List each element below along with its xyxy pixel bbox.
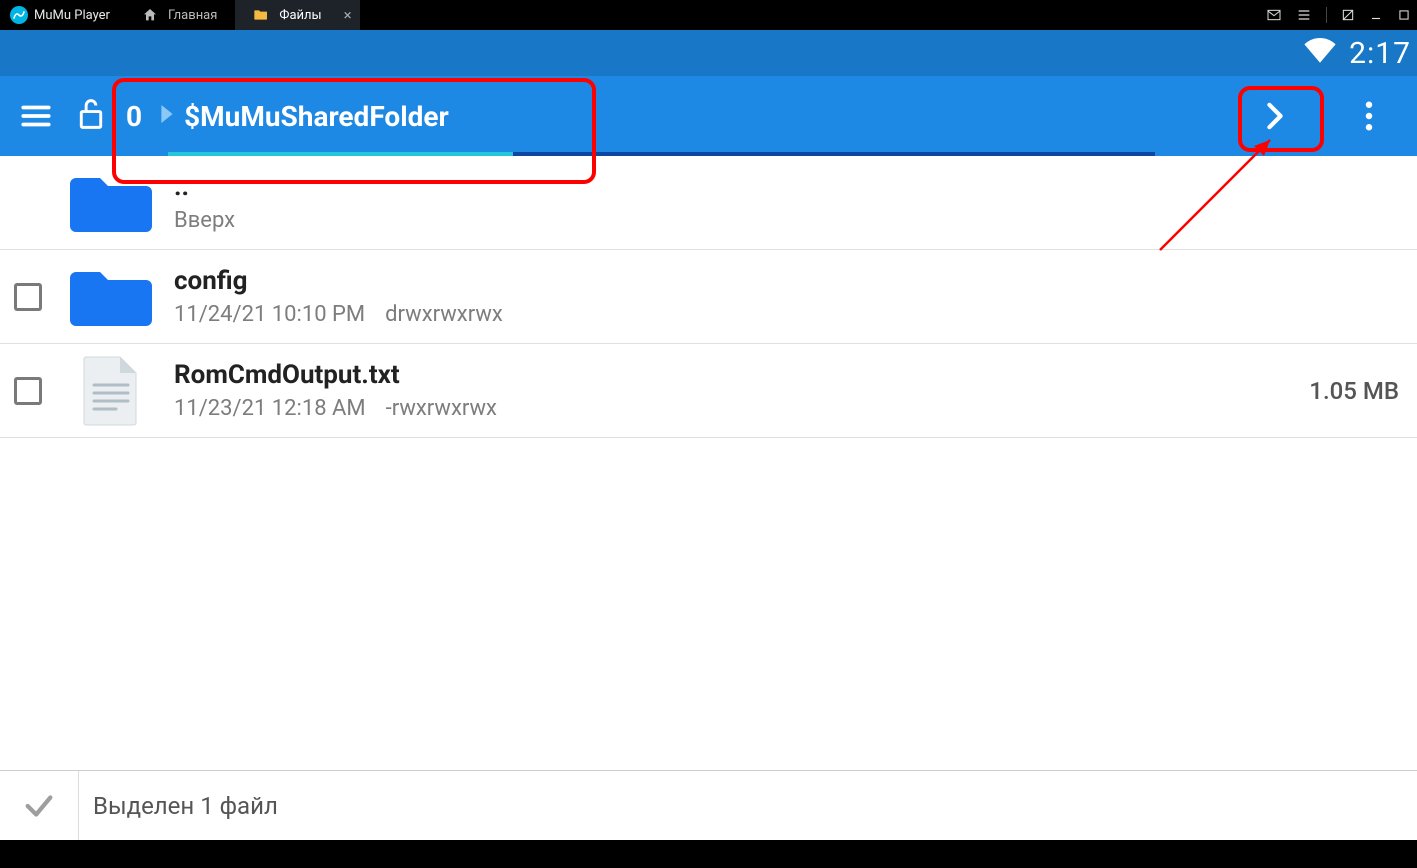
list-item-file[interactable]: RomCmdOutput.txt 11/23/21 12:18 AM -rwxr… bbox=[0, 344, 1417, 438]
breadcrumb-current[interactable]: $MuMuSharedFolder bbox=[184, 100, 449, 133]
folder-icon bbox=[70, 172, 152, 234]
divider bbox=[78, 771, 79, 840]
tab-files[interactable]: Файлы × bbox=[235, 0, 359, 30]
separator bbox=[1326, 7, 1327, 23]
list-item-folder[interactable]: config 11/24/21 10:10 PM drwxrwxrwx bbox=[0, 250, 1417, 344]
file-list: .. Вверх config 11/24/21 10:10 PM drwxrw… bbox=[0, 156, 1417, 438]
breadcrumb-root[interactable]: 0 bbox=[126, 100, 142, 133]
tab-home[interactable]: Главная bbox=[124, 0, 235, 30]
item-perms: -rwxrwxrwx bbox=[386, 396, 497, 421]
app-toolbar: 0 $MuMuSharedFolder bbox=[0, 76, 1417, 156]
breadcrumb[interactable]: 0 $MuMuSharedFolder bbox=[72, 76, 449, 156]
confirm-selection-button[interactable] bbox=[0, 789, 78, 823]
item-size: 1.05 MB bbox=[1309, 377, 1399, 405]
selection-bar: Выделен 1 файл bbox=[0, 770, 1417, 840]
home-icon bbox=[142, 7, 158, 23]
android-status-bar: 2:17 bbox=[0, 30, 1417, 76]
item-perms: drwxrwxrwx bbox=[385, 302, 503, 327]
selection-text: Выделен 1 файл bbox=[93, 792, 278, 820]
item-name: RomCmdOutput.txt bbox=[174, 360, 1309, 390]
item-date: 11/23/21 12:18 AM bbox=[174, 396, 366, 421]
item-name: .. bbox=[174, 172, 1399, 202]
android-nav-bar bbox=[0, 840, 1417, 868]
mail-icon[interactable] bbox=[1266, 7, 1282, 23]
tab-files-label: Файлы bbox=[279, 8, 321, 23]
text-file-icon bbox=[70, 360, 152, 422]
mumu-logo-icon bbox=[10, 6, 28, 24]
mumu-window-chrome: MuMu Player Главная Файлы × bbox=[0, 0, 1417, 30]
folder-icon bbox=[70, 266, 152, 328]
checkbox[interactable] bbox=[14, 283, 42, 311]
close-icon[interactable]: × bbox=[344, 6, 352, 24]
list-item-up[interactable]: .. Вверх bbox=[0, 156, 1417, 250]
window-controls bbox=[1266, 0, 1411, 30]
folder-icon bbox=[253, 7, 269, 23]
hamburger-button[interactable] bbox=[0, 99, 72, 133]
item-name: config bbox=[174, 266, 1399, 296]
more-button[interactable] bbox=[1345, 92, 1393, 140]
item-date: 11/24/21 10:10 PM bbox=[174, 302, 365, 327]
minimize-icon[interactable] bbox=[1369, 8, 1383, 22]
mumu-brand-text: MuMu Player bbox=[34, 8, 110, 23]
tab-home-label: Главная bbox=[168, 8, 217, 23]
mumu-logo: MuMu Player bbox=[0, 6, 124, 24]
maximize-icon[interactable] bbox=[1397, 8, 1411, 22]
checkbox[interactable] bbox=[14, 377, 42, 405]
storage-progress-fill bbox=[168, 152, 513, 156]
wifi-icon bbox=[1303, 36, 1337, 71]
fullscreen-icon[interactable] bbox=[1341, 8, 1355, 22]
unlock-icon bbox=[76, 97, 106, 135]
forward-button[interactable] bbox=[1251, 92, 1299, 140]
item-sublabel: Вверх bbox=[174, 208, 235, 233]
menu-icon[interactable] bbox=[1296, 7, 1312, 23]
storage-progress bbox=[168, 152, 1155, 156]
chevron-right-icon bbox=[160, 104, 174, 128]
status-clock: 2:17 bbox=[1349, 36, 1411, 71]
